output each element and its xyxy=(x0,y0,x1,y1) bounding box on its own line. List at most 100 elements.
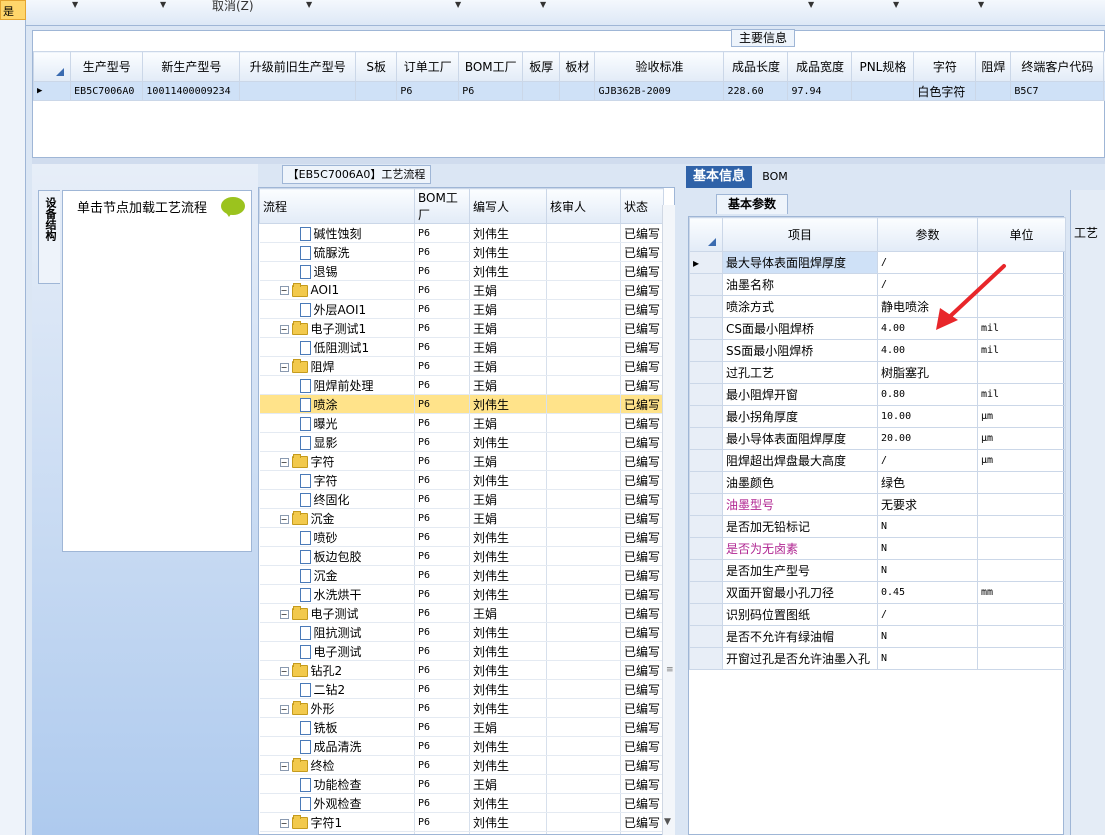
param-value-cell[interactable]: 4.00 xyxy=(877,339,978,362)
param-value-cell[interactable]: / xyxy=(877,603,978,626)
param-row[interactable]: 最小导体表面阻焊厚度 20.00 μm xyxy=(689,427,1066,450)
column-header[interactable]: PNL规格 xyxy=(851,51,915,82)
param-value-cell[interactable]: 0.45 xyxy=(877,581,978,604)
column-header[interactable]: 核审人 xyxy=(546,188,621,224)
column-header[interactable]: 终端客户代码 xyxy=(1010,51,1105,82)
tree-node-cell[interactable]: 低阻测试1 xyxy=(259,337,415,357)
param-row[interactable]: 最小拐角厚度 10.00 μm xyxy=(689,405,1066,428)
column-header[interactable]: 状态 xyxy=(620,188,664,224)
param-value-cell[interactable]: 10.00 xyxy=(877,405,978,428)
tree-node-cell[interactable]: 外层AOI1 xyxy=(259,299,415,319)
tree-row[interactable]: − 字符1 P6 刘伟生 已编写 xyxy=(259,812,664,832)
param-value-cell[interactable]: 无要求 xyxy=(877,493,978,516)
param-row[interactable]: 是否加生产型号 N xyxy=(689,559,1066,582)
cell[interactable]: 10011400009234 xyxy=(142,81,241,101)
cell[interactable]: P6 xyxy=(458,81,524,101)
param-value-cell[interactable]: N xyxy=(877,559,978,582)
tree-row[interactable]: − 电子测试 P6 王娟 已编写 xyxy=(259,603,664,623)
tree-node-cell[interactable]: 退锡 xyxy=(259,261,415,281)
cell[interactable] xyxy=(975,81,1012,101)
tree-row[interactable]: 印序列号1P6王娟 已编写 xyxy=(259,831,664,834)
column-header[interactable]: 成品宽度 xyxy=(787,51,853,82)
collapse-icon[interactable]: − xyxy=(279,324,289,334)
collapse-icon[interactable]: − xyxy=(279,818,289,828)
tree-row[interactable]: 曝光 P6 王娟 已编写 xyxy=(259,413,664,433)
column-header[interactable]: BOM工厂 xyxy=(458,51,524,82)
tree-row[interactable]: − 电子测试1 P6 王娟 已编写 xyxy=(259,318,664,338)
param-row[interactable]: 油墨型号 无要求 xyxy=(689,493,1066,516)
cell[interactable]: B5C7 xyxy=(1010,81,1105,101)
cell[interactable] xyxy=(559,81,596,101)
param-value-cell[interactable]: 树脂塞孔 xyxy=(877,361,978,384)
tree-row[interactable]: 二钻2 P6 刘伟生 已编写 xyxy=(259,679,664,699)
tree-node-cell[interactable]: 印序列号1 xyxy=(259,831,415,834)
param-value-cell[interactable]: N xyxy=(877,537,978,560)
tree-row[interactable]: 沉金 P6 刘伟生 已编写 xyxy=(259,565,664,585)
tree-row[interactable]: − 沉金 P6 王娟 已编写 xyxy=(259,508,664,528)
tab-basic-info[interactable]: 基本信息 xyxy=(686,166,752,188)
tree-row[interactable]: 铣板 P6 王娟 已编写 xyxy=(259,717,664,737)
tree-row[interactable]: 电子测试 P6 刘伟生 已编写 xyxy=(259,641,664,661)
tree-scrollbar[interactable]: ≡ ▼ xyxy=(662,205,675,835)
cell[interactable]: 白色字符 xyxy=(913,81,977,101)
tree-node-cell[interactable]: 碱性蚀刻 xyxy=(259,223,415,243)
dropdown-arrow-icon[interactable]: ▼ xyxy=(808,0,814,9)
dropdown-arrow-icon[interactable]: ▼ xyxy=(72,0,78,9)
tree-row[interactable]: 阻抗测试 P6 刘伟生 已编写 xyxy=(259,622,664,642)
column-header[interactable]: 新生产型号 xyxy=(142,51,241,82)
tree-node-cell[interactable]: − 钻孔2 xyxy=(259,660,415,680)
tree-row[interactable]: − 终检 P6 刘伟生 已编写 xyxy=(259,755,664,775)
dropdown-arrow-icon[interactable]: ▼ xyxy=(306,0,312,9)
tree-node-cell[interactable]: 成品清洗 xyxy=(259,736,415,756)
tree-row[interactable]: 成品清洗 P6 刘伟生 已编写 xyxy=(259,736,664,756)
column-header[interactable]: 编写人 xyxy=(469,188,547,224)
tree-row[interactable]: 低阻测试1 P6 王娟 已编写 xyxy=(259,337,664,357)
node-hint-panel[interactable]: 单击节点加载工艺流程 xyxy=(62,190,252,552)
tree-node-cell[interactable]: − 沉金 xyxy=(259,508,415,528)
tree-node-cell[interactable]: − AOI1 xyxy=(259,280,415,300)
tree-node-cell[interactable]: 二钻2 xyxy=(259,679,415,699)
dropdown-arrow-icon[interactable]: ▼ xyxy=(455,0,461,9)
tree-node-cell[interactable]: 终固化 xyxy=(259,489,415,509)
cell[interactable] xyxy=(851,81,915,101)
param-row[interactable]: 是否为无卤素 N xyxy=(689,537,1066,560)
tree-row[interactable]: − 阻焊 P6 王娟 已编写 xyxy=(259,356,664,376)
tree-node-cell[interactable]: − 字符1 xyxy=(259,812,415,832)
tree-node-cell[interactable]: 电子测试 xyxy=(259,641,415,661)
tree-row[interactable]: 板边包胶 P6 刘伟生 已编写 xyxy=(259,546,664,566)
cancel-button[interactable]: 取消(Z) xyxy=(212,0,254,14)
tab-bom[interactable]: BOM xyxy=(755,166,795,188)
column-header[interactable]: 生产型号 xyxy=(70,51,144,82)
column-header[interactable]: 验收标准 xyxy=(594,51,725,82)
tree-node-cell[interactable]: 水洗烘干 xyxy=(259,584,415,604)
tree-node-cell[interactable]: − 电子测试 xyxy=(259,603,415,623)
param-value-cell[interactable]: 绿色 xyxy=(877,471,978,494)
param-value-cell[interactable]: N xyxy=(877,647,978,670)
dropdown-arrow-icon[interactable]: ▼ xyxy=(893,0,899,9)
cell[interactable]: 97.94 xyxy=(787,81,853,101)
column-header[interactable]: 板材 xyxy=(559,51,596,82)
tree-node-cell[interactable]: 硫脲洗 xyxy=(259,242,415,262)
tree-node-cell[interactable]: 阻抗测试 xyxy=(259,622,415,642)
right-panel-edge[interactable]: 工艺 xyxy=(1070,190,1105,835)
param-row[interactable]: 油墨颜色 绿色 xyxy=(689,471,1066,494)
cell[interactable]: GJB362B-2009 xyxy=(594,81,725,101)
tree-row[interactable]: 功能检查 P6 王娟 已编写 xyxy=(259,774,664,794)
tree-row[interactable]: 退锡 P6 刘伟生 已编写 xyxy=(259,261,664,281)
tree-node-cell[interactable]: 喷砂 xyxy=(259,527,415,547)
tab-basic-params[interactable]: 基本参数 xyxy=(716,194,788,214)
collapse-icon[interactable]: − xyxy=(279,704,289,714)
tree-row[interactable]: 喷砂 P6 刘伟生 已编写 xyxy=(259,527,664,547)
cell[interactable] xyxy=(522,81,561,101)
column-header[interactable]: S板 xyxy=(355,51,398,82)
tree-row[interactable]: 硫脲洗 P6 刘伟生 已编写 xyxy=(259,242,664,262)
collapse-icon[interactable]: − xyxy=(279,362,289,372)
param-value-cell[interactable]: N xyxy=(877,625,978,648)
param-value-cell[interactable]: / xyxy=(877,449,978,472)
tree-row[interactable]: 阻焊前处理 P6 王娟 已编写 xyxy=(259,375,664,395)
tree-row[interactable]: 水洗烘干 P6 刘伟生 已编写 xyxy=(259,584,664,604)
param-row[interactable]: SS面最小阻焊桥 4.00 mil xyxy=(689,339,1066,362)
tree-row[interactable]: − AOI1 P6 王娟 已编写 xyxy=(259,280,664,300)
column-header[interactable]: 成品长度 xyxy=(723,51,789,82)
left-strip-selected[interactable]: 是 xyxy=(0,0,26,20)
